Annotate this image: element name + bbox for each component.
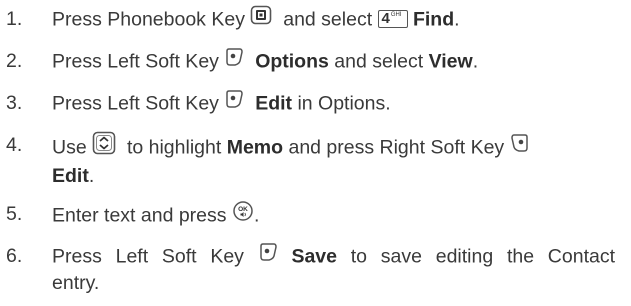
- step-text: Press Left Soft Key: [52, 245, 244, 268]
- step-text: and press Right Soft Key: [288, 136, 505, 159]
- step-number: 1.: [6, 8, 23, 30]
- step-number: 2.: [6, 50, 23, 72]
- step-text: Use: [52, 136, 87, 159]
- left-soft-key-icon: [224, 47, 244, 74]
- step-text: Enter text and press: [52, 204, 227, 227]
- step-text: and select: [283, 8, 373, 31]
- key-digit: 4: [381, 9, 390, 27]
- navigation-key-icon: [92, 131, 116, 162]
- step-bold-text: View: [428, 50, 473, 73]
- right-soft-key-icon: [510, 133, 530, 160]
- step-text: .: [472, 50, 479, 73]
- step-number: 6.: [6, 245, 23, 267]
- step-bold-text: Options: [255, 50, 329, 73]
- key-4-ghi-icon: 4GHI: [377, 9, 408, 28]
- step-text: Press Left Soft Key: [52, 92, 219, 115]
- step-bold-text: Edit: [255, 92, 293, 115]
- step-bold-text: Find: [412, 8, 455, 31]
- phonebook-key-icon: [250, 5, 272, 32]
- step-text: .: [454, 8, 460, 31]
- ok-key-icon: OK: [232, 200, 254, 229]
- step-number: 5.: [6, 203, 23, 225]
- step-text: to highlight: [126, 136, 222, 159]
- step-text: Press Phonebook Key: [52, 8, 245, 31]
- svg-text:OK: OK: [238, 206, 248, 213]
- step-number: 4.: [6, 134, 23, 156]
- step-text: to save editing the Contact: [350, 245, 616, 268]
- step-bold-text: Save: [291, 245, 337, 268]
- step-bold-text: Memo: [226, 136, 284, 159]
- step-text: Press Left Soft Key: [52, 50, 219, 73]
- step-text: .: [253, 204, 260, 227]
- step-text: in Options.: [297, 92, 391, 115]
- step-text: entry.: [52, 272, 100, 294]
- left-soft-key-icon: [258, 242, 278, 269]
- step-text: and select: [334, 50, 424, 73]
- left-soft-key-icon: [224, 89, 244, 116]
- instruction-steps: 1. Press Phonebook Key and select 4GHI F…: [0, 0, 631, 306]
- step-bold-text: Edit: [52, 165, 89, 187]
- step-text: .: [88, 165, 95, 187]
- step-number: 3.: [6, 92, 23, 114]
- key-letters: GHI: [390, 11, 402, 18]
